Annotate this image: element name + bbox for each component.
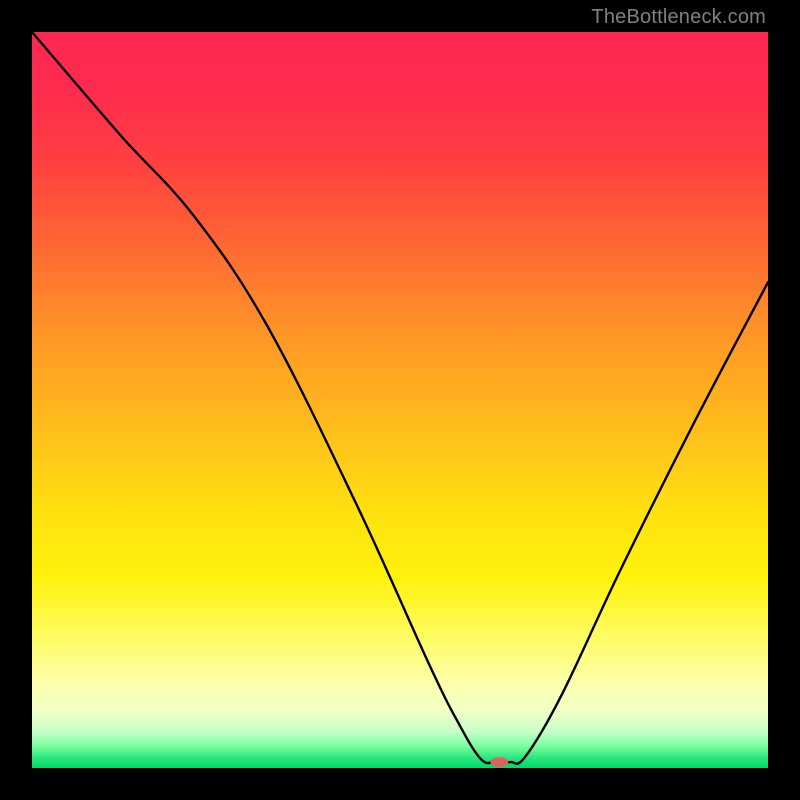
optimal-point-marker bbox=[490, 757, 508, 767]
curve-layer bbox=[32, 32, 768, 768]
chart-canvas: TheBottleneck.com bbox=[0, 0, 800, 800]
bottleneck-curve bbox=[32, 32, 768, 764]
plot-area bbox=[32, 32, 768, 768]
watermark-text: TheBottleneck.com bbox=[591, 6, 766, 29]
